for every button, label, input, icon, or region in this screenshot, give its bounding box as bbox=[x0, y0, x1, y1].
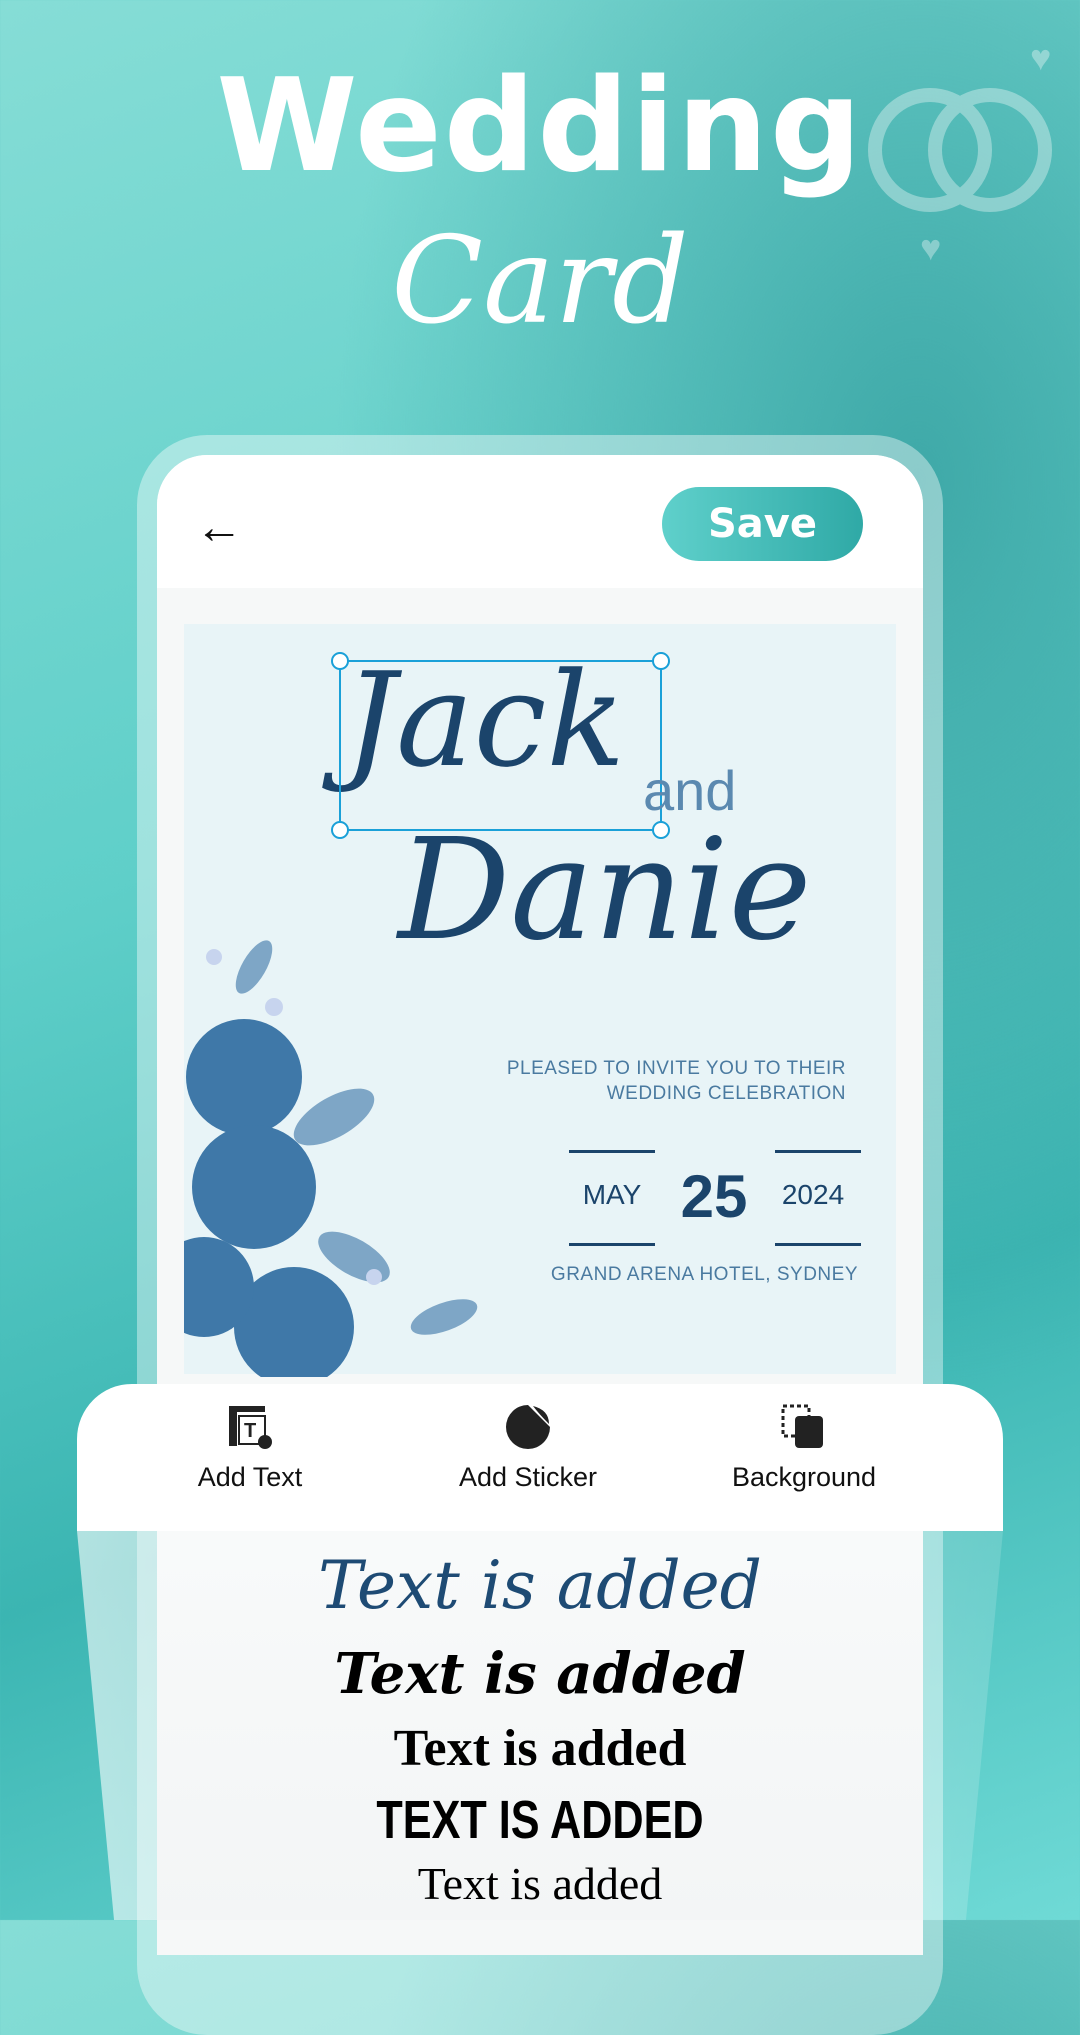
add-text-button[interactable]: T Add Text bbox=[100, 1402, 400, 1493]
text-style-condensed[interactable]: TEXT IS ADDED bbox=[234, 1789, 847, 1851]
name-two-text[interactable]: Danie bbox=[398, 809, 812, 972]
rings-icon: ♥♥ bbox=[868, 40, 1052, 268]
date-month[interactable]: MAY bbox=[583, 1179, 642, 1211]
add-text-label: Add Text bbox=[197, 1462, 303, 1492]
add-sticker-label: Add Sticker bbox=[458, 1462, 598, 1492]
divider bbox=[569, 1243, 655, 1246]
divider bbox=[775, 1243, 861, 1246]
venue-text[interactable]: GRAND ARENA HOTEL, SYDNEY bbox=[551, 1264, 858, 1286]
wedding-card-canvas[interactable]: Jack and Danie PLEASED TO INVITE YOU TO … bbox=[184, 624, 896, 1377]
text-style-serif-bold[interactable]: Text is added bbox=[157, 1719, 923, 1778]
svg-text:T: T bbox=[244, 1420, 256, 1442]
save-button[interactable]: Save bbox=[662, 487, 863, 561]
date-year[interactable]: 2024 bbox=[782, 1179, 844, 1211]
svg-text:♥: ♥ bbox=[1030, 40, 1051, 78]
text-style-brush[interactable]: Text is added bbox=[157, 1641, 923, 1707]
svg-text:♥: ♥ bbox=[920, 227, 941, 268]
text-style-script[interactable]: Text is added bbox=[157, 1547, 923, 1624]
invite-line-2: WEDDING CELEBRATION bbox=[606, 1083, 846, 1104]
invitation-text[interactable]: PLEASED TO INVITE YOU TO THEIR WEDDING CE… bbox=[507, 1056, 846, 1106]
date-day[interactable]: 25 bbox=[681, 1162, 748, 1231]
text-style-serif[interactable]: Text is added bbox=[157, 1857, 923, 1910]
add-text-icon: T bbox=[100, 1402, 400, 1462]
background-icon bbox=[654, 1402, 954, 1462]
divider bbox=[569, 1150, 655, 1153]
add-sticker-button[interactable]: Add Sticker bbox=[378, 1402, 678, 1493]
resize-handle[interactable] bbox=[652, 652, 670, 670]
arrow-left-icon[interactable]: ← bbox=[195, 500, 243, 555]
invite-line-1: PLEASED TO INVITE YOU TO THEIR bbox=[506, 1058, 846, 1079]
app-header: ← Save bbox=[157, 455, 923, 588]
background-label: Background bbox=[731, 1462, 877, 1492]
resize-handle[interactable] bbox=[331, 821, 349, 839]
bottom-toolbar: T Add Text Add Sticker Background bbox=[77, 1384, 1003, 1531]
divider bbox=[775, 1150, 861, 1153]
selection-box[interactable] bbox=[331, 652, 670, 839]
resize-handle[interactable] bbox=[331, 652, 349, 670]
text-style-list: Text is added Text is added Text is adde… bbox=[157, 1531, 923, 1920]
background-button[interactable]: Background bbox=[654, 1402, 954, 1493]
sticker-icon bbox=[378, 1402, 678, 1462]
